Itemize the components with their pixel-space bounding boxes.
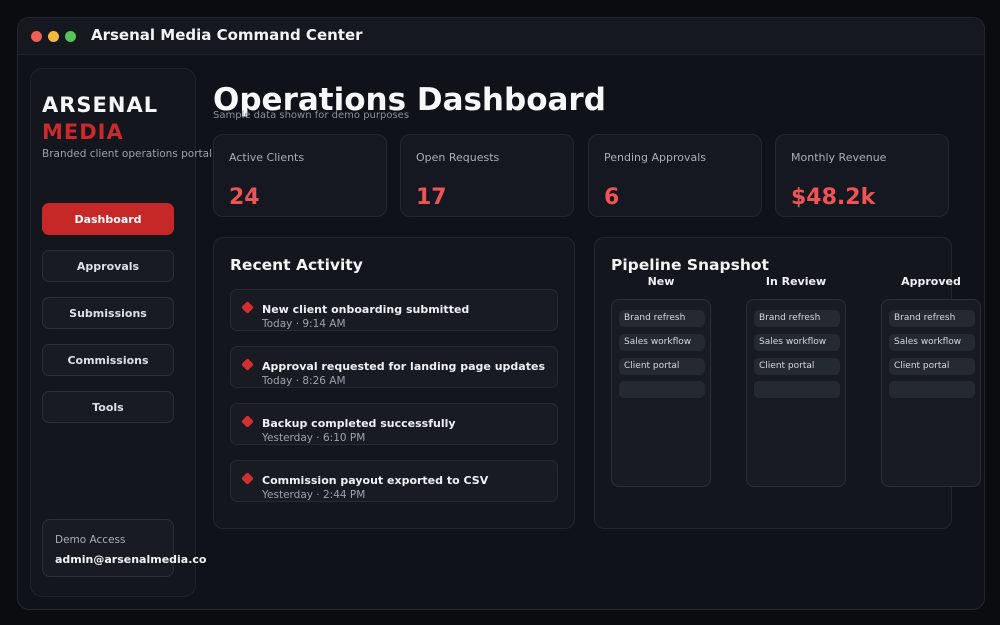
pipeline-card-placeholder: [889, 381, 975, 398]
close-window-button[interactable]: [31, 31, 42, 42]
stat-label: Monthly Revenue: [791, 151, 887, 164]
pipeline-card-placeholder: [619, 381, 705, 398]
stat-value: 24: [229, 185, 260, 210]
stat-label: Active Clients: [229, 151, 305, 164]
nav-submissions-button[interactable]: Submissions: [42, 297, 174, 329]
demo-access-card: Demo Access admin@arsenalmedia.co: [42, 519, 207, 577]
stat-label: Pending Approvals: [604, 151, 707, 164]
activity-item[interactable]: Commission payout exported to CSV Yester…: [230, 460, 558, 502]
stat-card-active-clients: Active Clients 24: [213, 134, 387, 217]
pipeline-card[interactable]: Brand refresh: [889, 310, 975, 327]
pipeline-column-title-in-review: In Review: [765, 275, 827, 288]
status-dot-icon: [241, 358, 254, 371]
status-dot-icon: [241, 415, 254, 428]
activity-title: Backup completed successfully: [262, 417, 456, 430]
pipeline-column-title-new: New: [647, 275, 675, 288]
recent-activity-title: Recent Activity: [230, 256, 363, 274]
window-title: Arsenal Media Command Center: [91, 26, 363, 44]
demo-access-email: admin@arsenalmedia.co: [55, 553, 207, 566]
stat-value: 6: [604, 185, 620, 210]
status-dot-icon: [241, 472, 254, 485]
pipeline-column-in-review: Brand refresh Sales workflow Client port…: [746, 299, 846, 487]
activity-time: Yesterday · 6:10 PM: [262, 432, 366, 444]
brand-name-accent: MEDIA: [42, 120, 124, 144]
stat-card-pending-approvals: Pending Approvals 6: [588, 134, 762, 217]
activity-time: Today · 8:26 AM: [262, 375, 346, 387]
pipeline-card[interactable]: Sales workflow: [889, 334, 975, 351]
activity-item[interactable]: Backup completed successfully Yesterday …: [230, 403, 558, 445]
activity-title: New client onboarding submitted: [262, 303, 470, 316]
nav-tools-button[interactable]: Tools: [42, 391, 174, 423]
pipeline-card[interactable]: Brand refresh: [754, 310, 840, 327]
pipeline-card[interactable]: Sales workflow: [619, 334, 705, 351]
pipeline-snapshot-title: Pipeline Snapshot: [611, 256, 769, 274]
nav-approvals-button[interactable]: Approvals: [42, 250, 174, 282]
stat-card-open-requests: Open Requests 17: [400, 134, 574, 217]
sidebar: ARSENAL MEDIA Branded client operations …: [30, 68, 212, 597]
stat-card-monthly-revenue: Monthly Revenue $48.2k: [775, 134, 949, 217]
nav-dashboard-button[interactable]: Dashboard: [42, 203, 174, 235]
page-subtitle: Sample data shown for demo purposes: [213, 110, 410, 121]
activity-title: Approval requested for landing page upda…: [262, 360, 545, 373]
nav-commissions-button[interactable]: Commissions: [42, 344, 174, 376]
pipeline-card[interactable]: Sales workflow: [754, 334, 840, 351]
activity-time: Yesterday · 2:44 PM: [262, 489, 366, 501]
minimize-window-button[interactable]: [48, 31, 59, 42]
stat-value: $48.2k: [791, 185, 876, 210]
activity-time: Today · 9:14 AM: [262, 318, 346, 330]
recent-activity-panel: Recent Activity New client onboarding su…: [213, 237, 575, 529]
activity-item[interactable]: Approval requested for landing page upda…: [230, 346, 558, 388]
maximize-window-button[interactable]: [65, 31, 76, 42]
pipeline-card[interactable]: Brand refresh: [619, 310, 705, 327]
pipeline-card-placeholder: [754, 381, 840, 398]
activity-item[interactable]: New client onboarding submitted Today · …: [230, 289, 558, 331]
pipeline-column-approved: Brand refresh Sales workflow Client port…: [881, 299, 981, 487]
stat-value: 17: [416, 185, 447, 210]
pipeline-column-new: Brand refresh Sales workflow Client port…: [611, 299, 711, 487]
brand-tagline: Branded client operations portal: [42, 148, 213, 160]
app-window: Arsenal Media Command Center ARSENAL MED…: [17, 17, 985, 610]
pipeline-card[interactable]: Client portal: [889, 358, 975, 375]
pipeline-snapshot-panel: Pipeline Snapshot New Brand refresh Sale…: [594, 237, 981, 529]
pipeline-card[interactable]: Client portal: [754, 358, 840, 375]
brand-name: ARSENAL: [42, 93, 159, 117]
stat-label: Open Requests: [416, 151, 500, 164]
pipeline-column-title-approved: Approved: [901, 275, 961, 288]
title-bar: Arsenal Media Command Center: [18, 18, 984, 55]
pipeline-card[interactable]: Client portal: [619, 358, 705, 375]
activity-title: Commission payout exported to CSV: [262, 474, 489, 487]
demo-access-label: Demo Access: [55, 534, 126, 546]
status-dot-icon: [241, 301, 254, 314]
